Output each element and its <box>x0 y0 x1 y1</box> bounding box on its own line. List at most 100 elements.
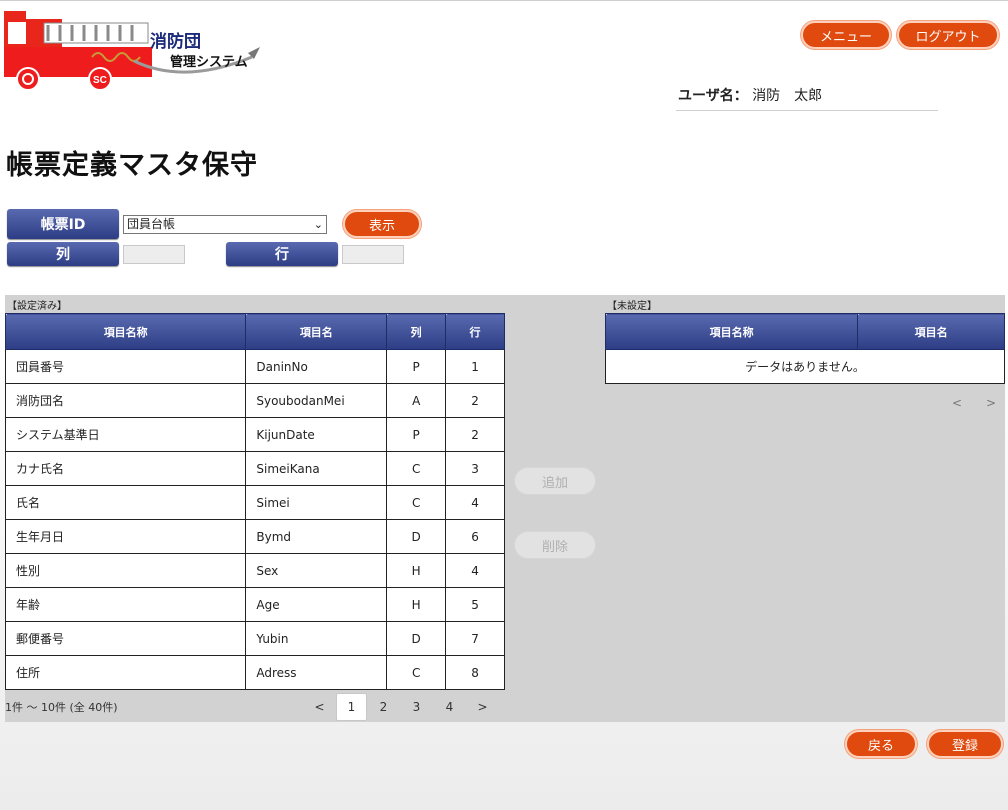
logout-button[interactable]: ログアウト <box>897 21 999 49</box>
table-row[interactable]: 生年月日 Bymd D 6 <box>4 519 505 554</box>
cell-row: 7 <box>445 621 505 656</box>
cell-item-label: 団員番号 <box>4 349 247 384</box>
configured-section-label: 【設定済み】 <box>7 301 67 312</box>
column-header-row[interactable]: 行 <box>445 313 505 350</box>
cell-column: C <box>386 485 447 520</box>
table-header-row: 項目名称 項目名 列 行 <box>4 313 505 350</box>
cell-row: 4 <box>445 553 505 588</box>
cell-row: 2 <box>445 417 505 452</box>
report-id-select[interactable]: 団員台帳 ⌄ <box>123 215 327 234</box>
table-row[interactable]: カナ氏名 SimeiKana C 3 <box>4 451 505 486</box>
column-header-column[interactable]: 列 <box>386 313 447 350</box>
column-input[interactable] <box>123 245 185 264</box>
table-row[interactable]: 年齢 Age H 5 <box>4 587 505 622</box>
cell-item-name: SimeiKana <box>245 451 388 486</box>
cell-item-label: 年齢 <box>4 587 247 622</box>
user-name: 消防 太郎 <box>752 88 823 104</box>
add-button[interactable]: 追加 <box>514 467 596 495</box>
cell-item-name: Sex <box>245 553 388 588</box>
empty-message: データはありません。 <box>605 349 1005 384</box>
prev-page-button[interactable]: < <box>303 693 336 721</box>
svg-text:SC: SC <box>93 75 107 86</box>
table-row[interactable]: 住所 Adress C 8 <box>4 655 505 690</box>
chevron-down-icon: ⌄ <box>313 218 323 231</box>
cell-row: 1 <box>445 349 505 384</box>
table-header-row: 項目名称 項目名 <box>604 313 1005 350</box>
cell-column: C <box>386 655 447 690</box>
logo-title: 消防団 <box>150 32 201 52</box>
configured-table: 項目名称 項目名 列 行 団員番号 DaninNo P 1 消防団名 Syoubodan… <box>4 313 505 690</box>
cell-item-label: 住所 <box>4 655 247 690</box>
cell-item-name: DaninNo <box>245 349 388 384</box>
next-page-button[interactable]: > <box>974 389 1008 417</box>
user-info: ユーザ名： 消防 太郎 <box>676 85 938 111</box>
page-title: 帳票定義マスタ保守 <box>6 150 258 181</box>
cell-column: P <box>386 349 447 384</box>
app-logo: SC 消防団 管理システム <box>4 5 266 93</box>
column-header-item-label[interactable]: 項目名称 <box>604 313 859 350</box>
cell-item-label: 郵便番号 <box>4 621 247 656</box>
cell-column: P <box>386 417 447 452</box>
prev-page-button[interactable]: < <box>940 389 974 417</box>
page-button-3[interactable]: 3 <box>400 693 433 721</box>
definition-panel: 【設定済み】 【未設定】 項目名称 項目名 列 行 団員番号 DaninNo P 1 … <box>4 295 1008 722</box>
configured-pagination: < 1 2 3 4 > <box>303 693 499 721</box>
page-button-4[interactable]: 4 <box>433 693 466 721</box>
report-id-value: 団員台帳 <box>127 217 176 231</box>
cell-item-name: Yubin <box>245 621 388 656</box>
table-row[interactable]: 消防団名 SyoubodanMei A 2 <box>4 383 505 418</box>
unconfigured-pagination: < > <box>940 389 1008 417</box>
cell-item-name: KijunDate <box>245 417 388 452</box>
cell-row: 6 <box>445 519 505 554</box>
cell-column: D <box>386 621 447 656</box>
show-button[interactable]: 表示 <box>343 210 421 238</box>
report-id-label: 帳票ID <box>7 209 119 239</box>
cell-item-label: システム基準日 <box>4 417 247 452</box>
table-row[interactable]: 氏名 Simei C 4 <box>4 485 505 520</box>
back-button[interactable]: 戻る <box>845 730 917 758</box>
cell-column: C <box>386 451 447 486</box>
row-input[interactable] <box>342 245 404 264</box>
column-header-item-name[interactable]: 項目名 <box>245 313 388 350</box>
cell-item-label: 生年月日 <box>4 519 247 554</box>
cell-item-name: SyoubodanMei <box>245 383 388 418</box>
user-label: ユーザ名： <box>678 88 748 104</box>
cell-row: 5 <box>445 587 505 622</box>
unconfigured-section-label: 【未設定】 <box>607 301 657 312</box>
cell-row: 3 <box>445 451 505 486</box>
cell-row: 4 <box>445 485 505 520</box>
empty-row: データはありません。 <box>605 349 1005 384</box>
paging-count: 1件 ～ 10件 (全 40件) <box>5 701 118 714</box>
cell-item-name: Simei <box>245 485 388 520</box>
column-label: 列 <box>7 242 119 266</box>
cell-column: A <box>386 383 447 418</box>
cell-item-name: Adress <box>245 655 388 690</box>
menu-button[interactable]: メニュー <box>801 21 891 49</box>
table-row[interactable]: 団員番号 DaninNo P 1 <box>4 349 505 384</box>
unconfigured-table: 項目名称 項目名 データはありません。 <box>604 313 1005 384</box>
table-row[interactable]: 郵便番号 Yubin D 7 <box>4 621 505 656</box>
delete-button[interactable]: 削除 <box>514 531 596 559</box>
page-button-2[interactable]: 2 <box>367 693 400 721</box>
cell-item-name: Age <box>245 587 388 622</box>
table-row[interactable]: 性別 Sex H 4 <box>4 553 505 588</box>
cell-row: 8 <box>445 655 505 690</box>
page-button-1[interactable]: 1 <box>336 693 367 721</box>
cell-item-label: カナ氏名 <box>4 451 247 486</box>
table-row[interactable]: システム基準日 KijunDate P 2 <box>4 417 505 452</box>
row-label: 行 <box>226 242 338 266</box>
fire-truck-icon: SC <box>4 11 260 91</box>
cell-column: H <box>386 587 447 622</box>
cell-row: 2 <box>445 383 505 418</box>
cell-item-label: 氏名 <box>4 485 247 520</box>
logo-subtitle: 管理システム <box>170 55 248 70</box>
column-header-item-name[interactable]: 項目名 <box>857 313 1005 350</box>
cell-item-name: Bymd <box>245 519 388 554</box>
register-button[interactable]: 登録 <box>927 730 1003 758</box>
cell-item-label: 消防団名 <box>4 383 247 418</box>
cell-column: D <box>386 519 447 554</box>
next-page-button[interactable]: > <box>466 693 499 721</box>
cell-item-label: 性別 <box>4 553 247 588</box>
column-header-item-label[interactable]: 項目名称 <box>4 313 247 350</box>
cell-column: H <box>386 553 447 588</box>
